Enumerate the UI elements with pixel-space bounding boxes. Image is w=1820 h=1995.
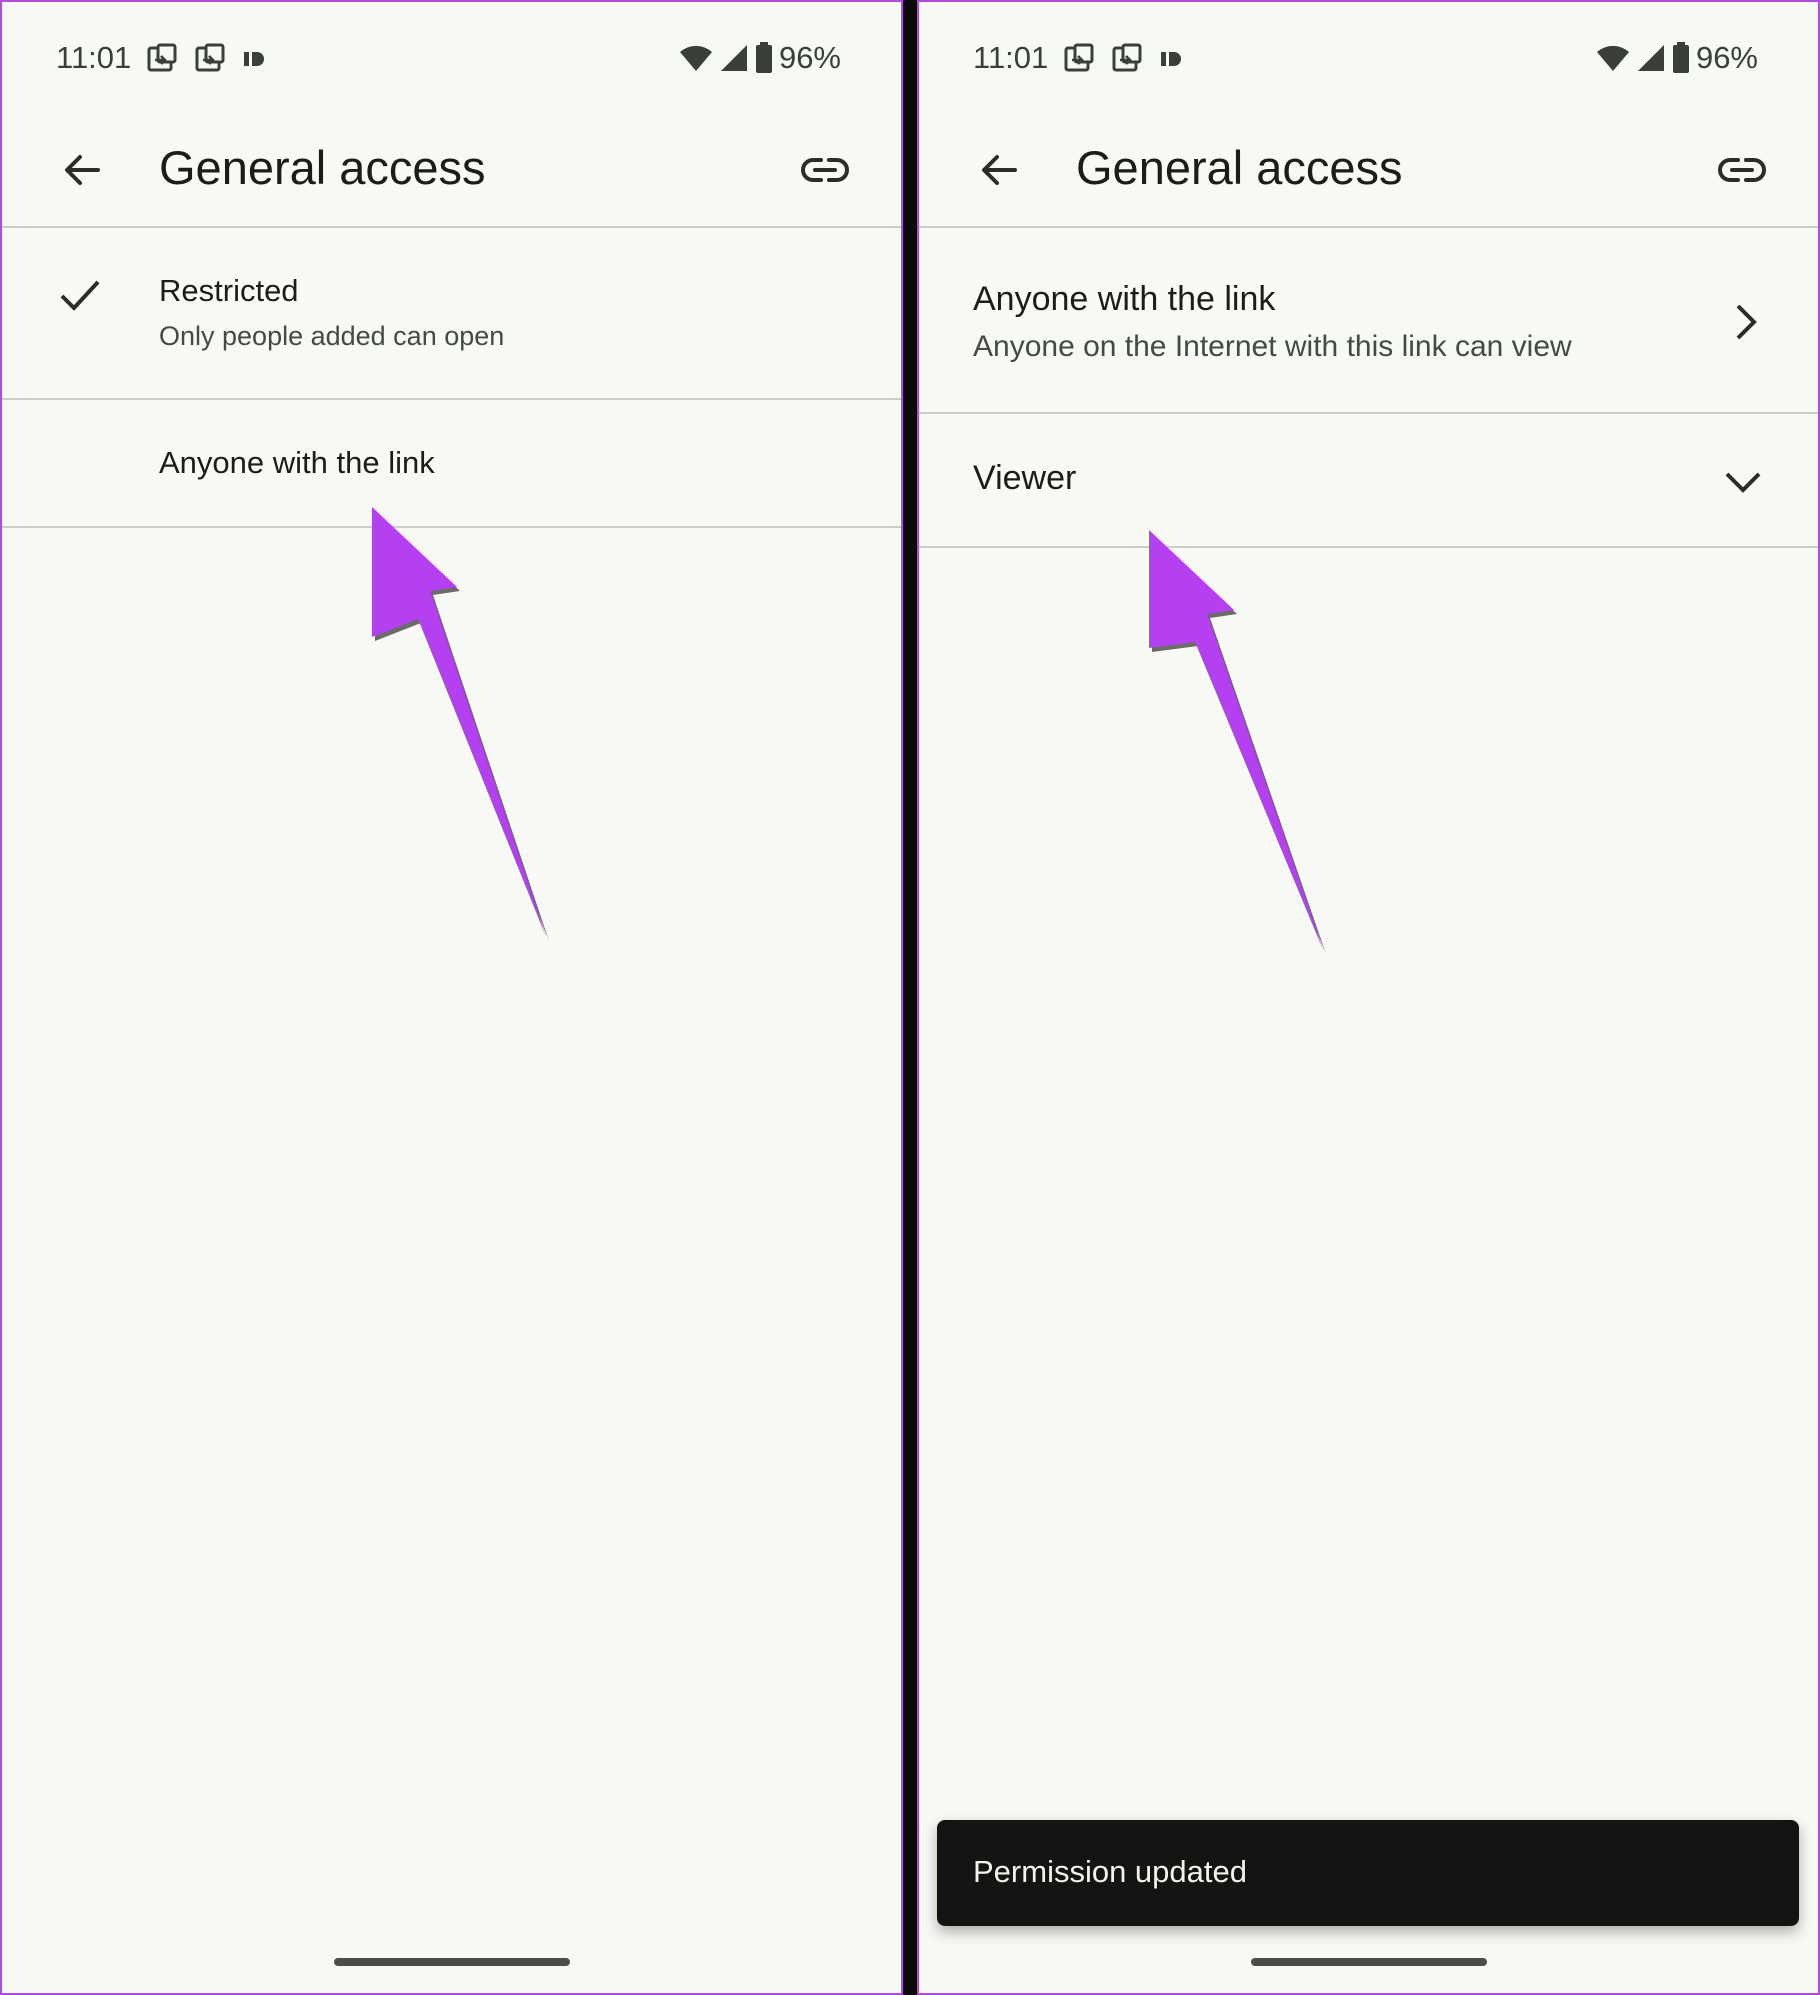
status-notification-icons [146,43,268,75]
role-dropdown[interactable]: Viewer [919,414,1818,546]
right-screen: 11:01 96% General access Anyone with the… [919,2,1818,1993]
wifi-icon [679,45,712,71]
copy-link-button[interactable] [1712,140,1772,200]
back-button[interactable] [52,140,112,200]
right-phone-frame: 11:01 96% General access Anyone with the… [917,0,1820,1995]
screen-share-icon [195,43,225,72]
page-title: General access [159,141,486,194]
link-icon [801,158,849,182]
battery-icon [755,42,772,73]
status-notification-icons [1063,43,1185,75]
battery-icon [1672,42,1689,73]
check-icon [60,280,100,311]
app-bar: General access [919,114,1818,226]
signal-icon [720,45,747,71]
back-button[interactable] [969,140,1029,200]
option-restricted-subtitle: Only people added can open [159,321,505,351]
battery-percentage: 96% [1695,40,1758,75]
arrow-back-icon [982,155,1017,185]
battery-percentage: 96% [778,40,841,75]
role-dropdown-value: Viewer [973,459,1077,497]
option-restricted-title: Restricted [159,273,299,308]
page-title: General access [1076,141,1403,194]
signal-icon [1637,45,1664,71]
status-bar: 11:01 96% [919,2,1818,114]
arrow-back-icon [65,155,100,185]
link-icon [1718,158,1766,182]
snackbar-message: Permission updated [973,1854,1247,1889]
access-option-subtitle: Anyone on the Internet with this link ca… [973,330,1572,363]
annotation-arrow [1149,530,1326,954]
access-option-anyone-with-link[interactable]: Anyone with the link Anyone on the Inter… [919,228,1818,412]
divider [919,546,1818,548]
wifi-icon [1596,45,1629,71]
chevron-right-icon [1736,304,1757,340]
status-time: 11:01 [973,40,1049,75]
access-option-title: Anyone with the link [973,280,1276,318]
screen-share-icon [1112,43,1142,72]
home-indicator[interactable] [333,1958,570,1966]
status-time: 11:01 [56,40,132,75]
snackbar: Permission updated [937,1820,1799,1926]
screen-share-icon [147,43,177,72]
status-system-icons: 96% [1596,40,1758,76]
id-icon [1161,52,1181,66]
app-bar: General access [2,114,901,226]
left-phone-frame: 11:01 96% General access Restricted Only… [0,0,903,1995]
left-screen: 11:01 96% General access Restricted Only… [2,2,901,1993]
panel-divider [903,0,917,1995]
chevron-down-icon [1725,472,1761,493]
option-anyone-title: Anyone with the link [159,445,435,480]
screen-share-icon [1064,43,1094,72]
option-restricted[interactable]: Restricted Only people added can open [2,228,901,398]
home-indicator[interactable] [1250,1958,1487,1966]
annotation-arrow [372,507,549,941]
status-system-icons: 96% [679,40,841,76]
id-icon [244,52,264,66]
status-bar: 11:01 96% [2,2,901,114]
copy-link-button[interactable] [795,140,855,200]
